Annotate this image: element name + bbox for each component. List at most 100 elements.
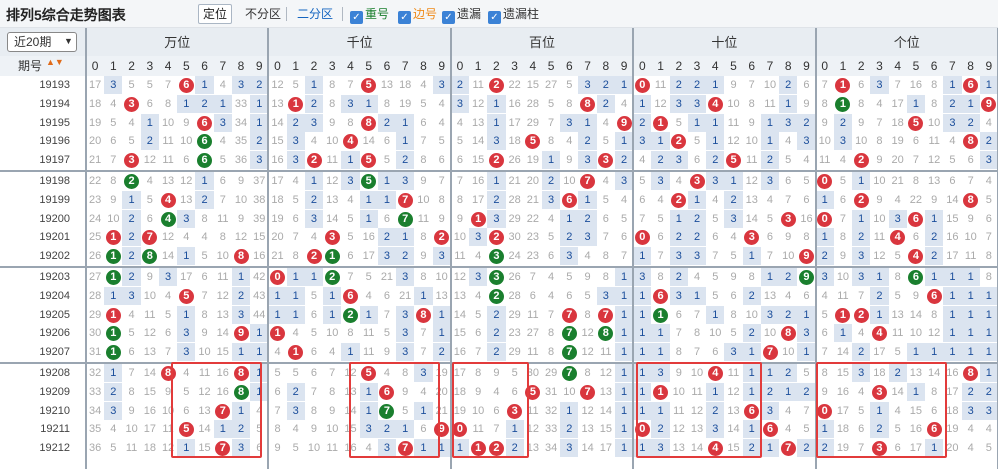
miss-count: 9 [146,271,153,283]
miss-count: 5 [548,97,555,110]
digit-header: 3 [876,59,883,73]
miss-count: 1 [359,94,378,113]
miss-count: 7 [821,79,828,91]
miss-count: 4 [183,231,190,244]
miss-count: 1 [140,113,159,132]
miss-count: 3 [432,247,451,266]
miss-count: 14 [472,135,485,148]
miss-count: 17 [143,423,156,436]
hit-ball: 8 [361,115,377,131]
miss-count: 7 [712,250,719,263]
miss-count: 9 [803,97,810,110]
repeat-checkbox[interactable]: ✓ 重号 [350,5,389,24]
miss-count: 21 [399,289,412,302]
miss-count: 6 [347,250,354,263]
miss-count: 8 [383,97,390,110]
miss-count: 3 [304,113,324,132]
miss-count: 7 [347,271,354,283]
miss-count: 3 [578,228,597,247]
hit-ball: 1 [105,307,121,323]
miss-count: 1 [979,286,998,305]
miss-count: 3 [177,209,196,228]
miss-count: 18 [88,97,102,110]
miss-count: 3 [724,343,743,362]
miss-count: 13 [180,193,193,206]
miss-count: 1 [706,113,725,132]
sort-icon[interactable]: ▲▼ [46,58,64,67]
miss-count: 8 [201,308,208,321]
miss-count: 1 [760,439,780,458]
positional-button[interactable]: 定位 [198,4,233,24]
miss-count: 19 [526,154,539,167]
miss-bar-checkbox[interactable]: ✓ 遗漏柱 [488,5,539,24]
miss-count: 2 [779,76,798,94]
miss-count: 6 [639,193,646,206]
miss-count: 4 [967,423,974,436]
miss-count: 4 [639,154,646,167]
no-partition-button[interactable]: 不分区 [240,4,286,24]
hit-ball: 2 [488,288,504,304]
miss-count: 1 [815,190,834,209]
miss-count: 7 [693,308,701,321]
miss-count: 1 [706,305,725,324]
miss-count: 15 [946,212,959,225]
miss-count: 35 [88,423,102,436]
two-partition-button[interactable]: 二分区 [292,4,338,24]
miss-count: 3 [487,209,506,228]
digit-header: 2 [857,59,865,73]
miss-count: 7 [329,367,336,379]
miss-count: 10 [143,289,156,302]
miss-count: 28 [526,97,539,110]
hit-ball: 9 [233,326,249,342]
miss-count: 8 [602,271,609,283]
miss-count: 6 [183,154,190,167]
group-divider [0,266,998,268]
miss-count: 1 [195,172,214,190]
miss-count: 1 [687,286,707,305]
checkmark-icon: ✓ [350,11,363,24]
miss-count: 8 [456,193,463,206]
miss-count: 33 [88,385,102,398]
miss-count: 6 [621,231,628,244]
miss-count: 2 [560,420,579,439]
miss-count: 7 [438,175,445,187]
miss-count: 35 [234,135,248,148]
miss-count: 8 [675,346,682,359]
hit-ball: 9 [616,115,632,131]
digit-header: 5 [547,59,555,73]
hit-ball: 0 [817,174,833,189]
miss-count: 11 [964,250,977,263]
miss-count: 13 [763,289,777,302]
miss-count: 3 [487,132,506,151]
miss-count: 3 [797,324,816,343]
miss-count: 9 [584,271,591,283]
miss-count: 13 [928,175,941,187]
miss-count: 1 [779,382,798,401]
miss-count: 4 [128,308,135,321]
miss-count: 5 [110,116,117,129]
miss-count: 8 [858,97,865,110]
miss-count: 27 [544,79,558,91]
miss-count: 8 [347,327,354,340]
miss-count: 4 [712,193,719,206]
period-id: 19200 [39,212,70,225]
miss-count: 1 [614,382,634,401]
hit-ball: 3 [124,153,140,169]
miss-count: 1 [852,209,871,228]
miss-count: 10 [435,271,448,283]
edge-checkbox[interactable]: ✓ 边号 [398,5,437,24]
miss-count: 5 [639,175,646,187]
miss-count: 2 [633,113,652,132]
miss-count: 10 [818,135,831,148]
miss-count: 1 [943,324,962,343]
miss-count: 4 [292,175,299,187]
miss-count: 1 [614,286,634,305]
miss-count: 2 [925,247,944,266]
miss-count: 2 [578,209,597,228]
miss-count: 10 [307,442,321,455]
miss-count: 14 [271,116,284,129]
miss-checkbox[interactable]: ✓ 遗漏 [442,5,481,24]
miss-count: 3 [396,343,415,362]
miss-count: 6 [438,154,445,167]
miss-count: 3 [888,209,907,228]
